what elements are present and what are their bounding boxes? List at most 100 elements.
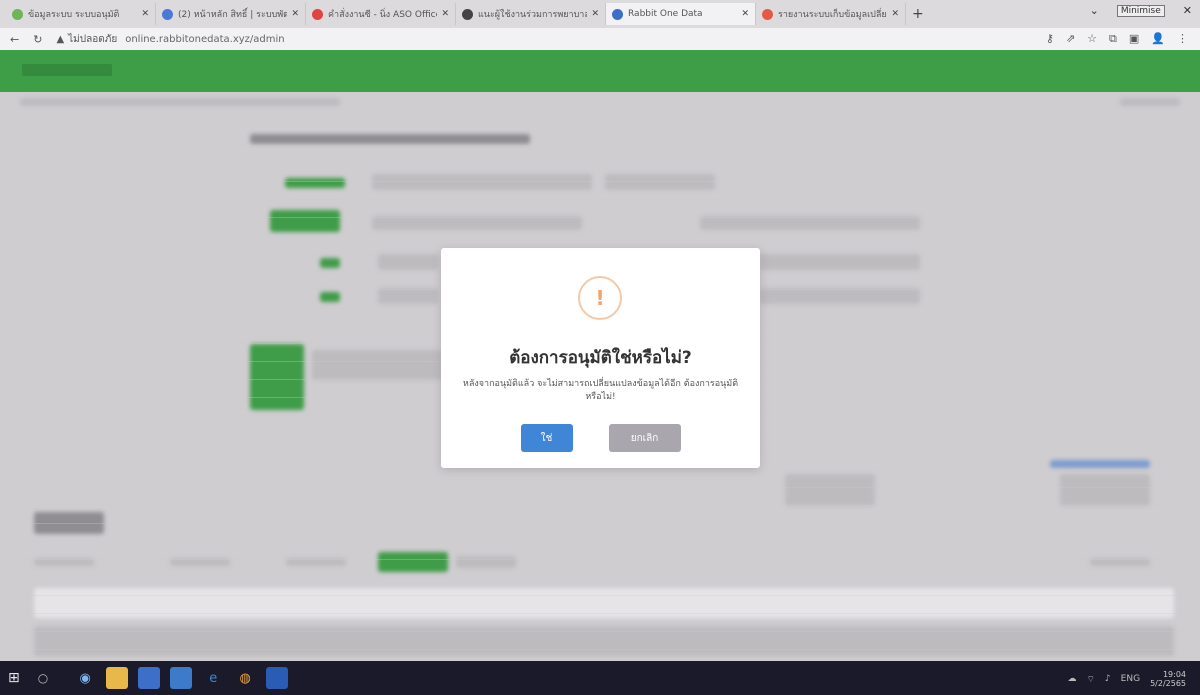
extensions-icon[interactable]: ⧉	[1109, 32, 1117, 46]
table-filter	[286, 558, 346, 566]
tab	[456, 556, 516, 568]
browser-tab[interactable]: (2) หน้าหลัก สิทธิ์ | ระบบพัฒนา ✕	[156, 3, 306, 25]
file-explorer-icon[interactable]	[106, 667, 129, 689]
app-logo	[22, 64, 112, 76]
url-input[interactable]: online.rabbitonedata.xyz/admin	[125, 34, 284, 45]
cancel-button[interactable]: ยกเลิก	[608, 424, 681, 452]
form-field	[760, 288, 920, 304]
clock[interactable]: 19:04 5/2/2565	[1150, 670, 1186, 688]
dialog-message: หลังจากอนุมัติแล้ว จะไม่สามารถเปลี่ยนแปล…	[462, 379, 739, 402]
key-icon[interactable]: ⚷	[1046, 32, 1054, 46]
tab-title: แนะผู้ใช้งานร่วมการพยาบาล	[478, 10, 588, 20]
store-icon[interactable]	[138, 667, 161, 689]
breadcrumb	[20, 98, 340, 106]
address-bar-actions: ⚷ ⇗ ☆ ⧉ ▣ 👤 ⋮	[1046, 32, 1188, 46]
edge-icon[interactable]: ◉	[74, 667, 96, 689]
form-label	[270, 210, 340, 232]
system-tray: ☁ ⌔ ♪ ENG 19:04 5/2/2565	[1067, 670, 1186, 688]
tab-title: Rabbit One Data	[628, 9, 703, 19]
summary-labels	[785, 474, 875, 506]
browser-tab[interactable]: Rabbit One Data ✕	[606, 3, 756, 25]
sidebar-icon[interactable]: ▣	[1129, 32, 1139, 46]
browser-tab[interactable]: รายงานระบบเก็บข้อมูลเปลี่ยนจริง ✕	[756, 3, 906, 25]
app-header	[0, 50, 1200, 92]
user-menu	[1120, 98, 1180, 106]
table-header	[34, 588, 1174, 618]
share-icon[interactable]: ⇗	[1066, 32, 1075, 46]
tab-favicon-icon	[612, 8, 623, 20]
browser-tab-strip: ข้อมูลระบบ ระบบอนุมัติ ✕ (2) หน้าหลัก สิท…	[0, 0, 1200, 28]
minimise-tooltip: Minimise	[1116, 4, 1165, 17]
ie-icon[interactable]: e	[202, 667, 224, 689]
status-text	[312, 350, 442, 380]
dialog-actions: ใช่ ยกเลิก	[441, 424, 760, 452]
tab-active	[378, 552, 448, 572]
search-icon[interactable]: ○	[38, 671, 48, 685]
summary-values	[1060, 474, 1150, 506]
tab-title: คำสั่งงานซี - นิ่ง ASO Office	[328, 10, 438, 20]
address-bar: ← ↻ ▲ ไม่ปลอดภัย online.rabbitonedata.xy…	[0, 28, 1200, 50]
new-tab-button[interactable]: +	[912, 6, 924, 22]
reload-icon[interactable]: ↻	[33, 33, 42, 46]
table-filter	[170, 558, 230, 566]
table-filter	[1090, 558, 1150, 566]
confirm-dialog: ! ต้องการอนุมัติใช่หรือไม่? หลังจากอนุมั…	[441, 248, 760, 468]
tab-close-icon[interactable]: ✕	[291, 9, 299, 19]
close-window-icon[interactable]: ✕	[1183, 4, 1192, 17]
network-icon[interactable]: ⌔	[1086, 674, 1094, 685]
tab-favicon-icon	[762, 8, 773, 20]
security-label[interactable]: ไม่ปลอดภัย	[68, 32, 117, 47]
tab-close-icon[interactable]: ✕	[441, 9, 449, 19]
weather-icon[interactable]: ☁	[1067, 674, 1076, 684]
confirm-button[interactable]: ใช่	[520, 424, 573, 452]
tab-title: รายงานระบบเก็บข้อมูลเปลี่ยนจริง	[778, 10, 887, 20]
form-field	[378, 288, 438, 304]
tab-favicon-icon	[462, 8, 473, 20]
windows-start-icon[interactable]: ⊞	[8, 670, 20, 686]
taskbar: ⊞ ○ ◉ e ◍ ☁ ⌔ ♪ ENG 19:04 5/2/2565	[0, 661, 1200, 695]
form-field	[378, 254, 438, 270]
form-label	[320, 292, 340, 302]
table-filter	[34, 558, 94, 566]
back-icon[interactable]: ←	[10, 33, 19, 46]
tab-close-icon[interactable]: ✕	[141, 9, 149, 19]
clock-date: 5/2/2565	[1150, 679, 1186, 688]
browser-tab[interactable]: แนะผู้ใช้งานร่วมการพยาบาล ✕	[456, 3, 606, 25]
tab-favicon-icon	[12, 8, 23, 20]
word-icon[interactable]	[266, 667, 289, 689]
form-field	[700, 216, 920, 230]
form-label	[320, 258, 340, 268]
tab-close-icon[interactable]: ✕	[591, 9, 599, 19]
star-icon[interactable]: ☆	[1087, 32, 1097, 46]
form-label	[285, 178, 345, 188]
language-indicator[interactable]: ENG	[1121, 674, 1140, 684]
status-box	[250, 344, 304, 410]
volume-icon[interactable]: ♪	[1105, 674, 1111, 684]
page-title	[250, 134, 530, 144]
tab-title: (2) หน้าหลัก สิทธิ์ | ระบบพัฒนา	[178, 10, 287, 20]
form-field	[605, 174, 715, 190]
window-controls: ⌄ Minimise ✕	[1090, 4, 1192, 17]
browser-tab[interactable]: ข้อมูลระบบ ระบบอนุมัติ ✕	[6, 3, 156, 25]
tab-close-icon[interactable]: ✕	[741, 9, 749, 19]
form-field	[760, 254, 920, 270]
warning-icon: !	[578, 276, 622, 320]
tab-close-icon[interactable]: ✕	[891, 9, 899, 19]
warning-icon[interactable]: ▲	[56, 34, 64, 45]
tab-favicon-icon	[162, 8, 173, 20]
menu-icon[interactable]: ⋮	[1177, 32, 1188, 46]
tab-favicon-icon	[312, 8, 323, 20]
action-button	[34, 512, 104, 534]
chrome-icon[interactable]: ◍	[234, 667, 256, 689]
clock-time: 19:04	[1162, 670, 1186, 679]
table-row	[34, 626, 1174, 656]
mail-icon[interactable]	[170, 667, 193, 689]
tab-title: ข้อมูลระบบ ระบบอนุมัติ	[28, 10, 120, 20]
form-field	[372, 174, 592, 190]
form-field	[372, 216, 582, 230]
dialog-title: ต้องการอนุมัติใช่หรือไม่?	[509, 348, 692, 368]
profile-icon[interactable]: 👤	[1151, 32, 1165, 46]
chevron-down-icon[interactable]: ⌄	[1090, 4, 1099, 17]
browser-tab[interactable]: คำสั่งงานซี - นิ่ง ASO Office ✕	[306, 3, 456, 25]
summary-header	[1050, 460, 1150, 468]
